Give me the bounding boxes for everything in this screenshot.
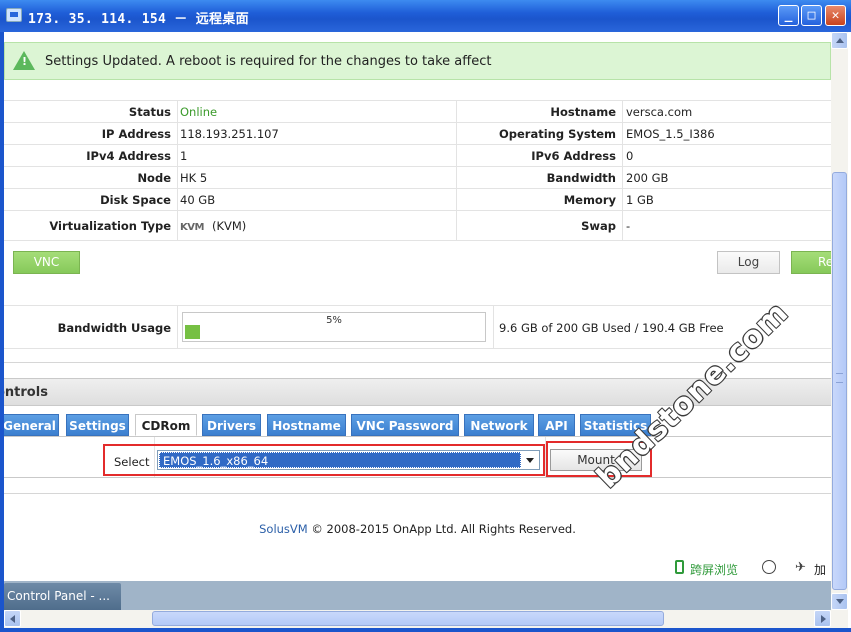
ipv4-label: IPv4 Address [86, 149, 171, 163]
bandwidth-value: 200 GB [626, 171, 669, 185]
scroll-right-icon[interactable] [814, 610, 831, 627]
status-value: Online [180, 105, 218, 119]
window-title: 173. 35. 114. 154 － 远程桌面 [28, 12, 249, 27]
tab-cdrom[interactable]: CDRom [135, 414, 197, 436]
footer-brand-link[interactable]: SolusVM [259, 522, 308, 536]
divider [4, 493, 831, 494]
tab-api[interactable]: API [538, 414, 575, 436]
virtualization-label: Virtualization Type [49, 219, 171, 233]
hostname-label: Hostname [550, 105, 616, 119]
browser-status-bar: 跨屏浏览 ✈ 加 [4, 555, 831, 581]
swap-label: Swap [581, 219, 616, 233]
clock-icon[interactable] [762, 560, 776, 574]
minimize-button[interactable]: _ [778, 5, 799, 26]
maximize-button[interactable]: □ [801, 5, 822, 26]
status-label: Status [128, 105, 171, 119]
ipv4-value: 1 [180, 149, 188, 163]
disk-space-value: 40 GB [180, 193, 216, 207]
tab-network[interactable]: Network [464, 414, 534, 436]
window-titlebar[interactable]: 173. 35. 114. 154 － 远程桌面 _ □ ✕ [0, 0, 851, 32]
scroll-left-icon[interactable] [4, 610, 21, 627]
info-row-disk: Disk Space 40 GB Memory 1 GB [4, 189, 831, 211]
hostname-value: versca.com [626, 105, 693, 119]
os-label: Operating System [498, 127, 616, 141]
server-info-table: Status Online Hostname versca.com IP Add… [4, 100, 831, 241]
settings-updated-alert: Settings Updated. A reboot is required f… [4, 42, 831, 80]
disk-space-label: Disk Space [100, 193, 171, 207]
memory-value: 1 GB [626, 193, 654, 207]
bandwidth-usage-row: Bandwidth Usage 5% 9.6 GB of 200 GB Used… [4, 305, 831, 349]
node-value: HK 5 [180, 171, 208, 185]
close-button[interactable]: ✕ [825, 5, 846, 26]
iso-select-dropdown[interactable]: EMOS_1.6_x86_64 [157, 450, 540, 470]
footer-copyright: © 2008-2015 OnApp Ltd. All Rights Reserv… [307, 522, 576, 536]
log-button[interactable]: Log [717, 251, 780, 274]
vertical-scroll-thumb[interactable] [832, 172, 847, 590]
info-row-status: Status Online Hostname versca.com [4, 101, 831, 123]
ipv6-value: 0 [626, 149, 634, 163]
bandwidth-bar-cell: 5% [177, 306, 494, 349]
ipv6-label: IPv6 Address [531, 149, 616, 163]
memory-label: Memory [563, 193, 616, 207]
tab-hostname[interactable]: Hostname [267, 414, 346, 436]
info-row-virtualization: Virtualization Type KVM (KVM) Swap - [4, 211, 831, 241]
info-row-node: Node HK 5 Bandwidth 200 GB [4, 167, 831, 189]
scroll-up-icon[interactable] [831, 32, 848, 49]
os-value: EMOS_1.5_I386 [626, 127, 715, 141]
horizontal-scrollbar[interactable] [4, 610, 848, 628]
taskbar-item-control-panel[interactable]: Control Panel - ... [4, 583, 121, 610]
horizontal-scroll-thumb[interactable] [152, 611, 664, 626]
node-label: Node [137, 171, 171, 185]
bandwidth-progress-bar: 5% [182, 312, 486, 342]
window-frame-bottom [0, 628, 851, 632]
virtualization-text: (KVM) [211, 219, 247, 233]
info-row-ip: IP Address 118.193.251.107 Operating Sys… [4, 123, 831, 145]
vertical-scrollbar[interactable] [831, 32, 848, 610]
taskbar: Control Panel - ... [4, 581, 831, 610]
warning-icon [13, 51, 35, 70]
ip-address-label: IP Address [101, 127, 171, 141]
ip-address-value: 118.193.251.107 [180, 127, 279, 141]
phone-icon [675, 560, 684, 574]
tab-general[interactable]: General [4, 414, 59, 436]
chevron-down-icon[interactable] [522, 452, 538, 468]
tab-drivers[interactable]: Drivers [202, 414, 261, 436]
tab-vnc-password[interactable]: VNC Password [351, 414, 459, 436]
alert-message: Settings Updated. A reboot is required f… [45, 54, 492, 69]
bandwidth-label: Bandwidth [546, 171, 616, 185]
controls-title: ontrols [4, 385, 48, 400]
reboot-button[interactable]: Re [791, 251, 831, 274]
tab-settings[interactable]: Settings [66, 414, 129, 436]
kvm-logo: KVM [180, 222, 204, 233]
scroll-down-icon[interactable] [831, 593, 848, 610]
page-footer: SolusVM © 2008-2015 OnApp Ltd. All Right… [4, 522, 831, 536]
vnc-button[interactable]: VNC [13, 251, 80, 274]
bandwidth-percent: 5% [326, 315, 342, 326]
iso-select-value: EMOS_1.6_x86_64 [159, 452, 521, 468]
pin-icon: ✈ [795, 560, 806, 575]
content-viewport: Settings Updated. A reboot is required f… [4, 32, 831, 610]
bandwidth-summary: 9.6 GB of 200 GB Used / 190.4 GB Free [499, 321, 724, 335]
bandwidth-progress-fill [185, 325, 200, 339]
swap-value: - [626, 219, 631, 233]
accelerate-button[interactable]: 加 [814, 561, 826, 578]
bandwidth-usage-label: Bandwidth Usage [57, 321, 171, 335]
info-row-ipv4: IPv4 Address 1 IPv6 Address 0 [4, 145, 831, 167]
cross-screen-button[interactable]: 跨屏浏览 [690, 561, 738, 578]
remote-desktop-icon [6, 8, 22, 22]
virtualization-value: KVM (KVM) [180, 219, 246, 233]
